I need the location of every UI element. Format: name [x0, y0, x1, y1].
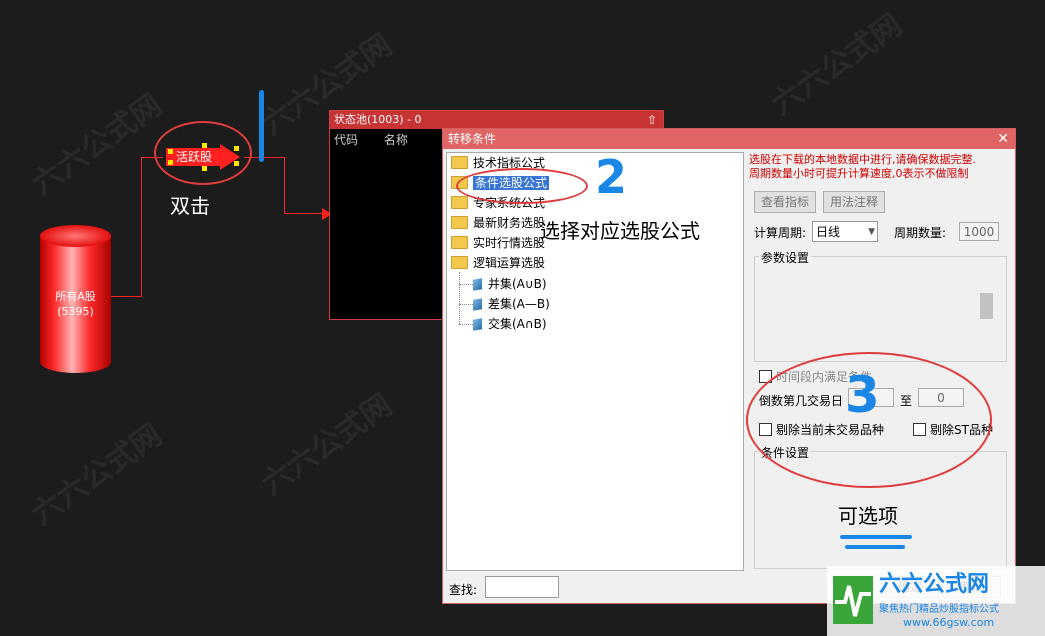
connector	[111, 296, 141, 297]
hint-text: 选股在下载的本地数据中进行,请确保数据完整. 周期数量小时可提升计算速度,0表示…	[749, 153, 976, 180]
chevron-down-icon: ▼	[868, 227, 875, 237]
annotation-circle	[456, 168, 588, 204]
folder-icon	[451, 216, 468, 229]
tree-item-difference[interactable]: 差集(A—B)	[473, 295, 550, 313]
folder-icon	[451, 196, 468, 209]
col-code[interactable]: 代码	[334, 133, 358, 147]
watermark: 六六公式网	[765, 7, 909, 123]
params-title: 参数设置	[759, 249, 812, 266]
select-formula-annotation: 选择对应选股公式	[540, 219, 700, 243]
tree-item-union[interactable]: 并集(A∪B)	[473, 275, 547, 293]
status-pool-title: 状态池(1003) - 0 ⇧	[330, 111, 663, 129]
site-logo: 六六公式网 聚焦热门精品炒股指标公式 www.66gsw.com	[827, 566, 1045, 636]
tree-item-logic[interactable]: 逻辑运算选股	[451, 254, 545, 272]
formula-icon	[473, 318, 482, 331]
folder-icon	[451, 236, 468, 249]
watermark: 六六公式网	[25, 417, 169, 533]
all-a-shares-node[interactable]: 所有A股 (5395)	[40, 225, 111, 373]
annotation-circle	[154, 121, 252, 185]
search-label: 查找:	[449, 583, 478, 597]
tree-item-finance[interactable]: 最新财务选股	[451, 214, 545, 232]
formula-icon	[473, 298, 482, 311]
formula-icon	[473, 278, 482, 291]
connector	[284, 157, 285, 214]
logo-icon	[833, 576, 873, 624]
tree-item-intersection[interactable]: 交集(A∩B)	[473, 315, 547, 333]
all-a-shares-label: 所有A股 (5395)	[55, 290, 96, 318]
params-group	[754, 256, 1007, 362]
connector	[284, 213, 324, 214]
blue-marker	[259, 90, 264, 162]
dialog-title: 转移条件 ✕	[443, 129, 1015, 149]
watermark: 六六公式网	[25, 87, 169, 203]
watermark: 六六公式网	[255, 387, 399, 503]
params-scrollbar[interactable]	[979, 257, 995, 359]
double-click-annotation: 双击	[170, 194, 210, 218]
logo-tagline: 聚焦热门精品炒股指标公式	[879, 604, 999, 615]
logo-url: www.66gsw.com	[903, 616, 995, 629]
annotation-number-3: 3	[845, 366, 880, 424]
folder-icon	[451, 156, 468, 169]
connector	[141, 157, 142, 297]
view-indicator-button[interactable]: 查看指标	[754, 191, 816, 213]
usage-note-button[interactable]: 用法注释	[823, 191, 885, 213]
period-count-label: 周期数量:	[894, 226, 947, 240]
folder-icon	[451, 256, 468, 269]
period-label: 计算周期:	[754, 226, 807, 240]
period-count-input[interactable]: 1000	[959, 222, 999, 241]
col-name[interactable]: 名称	[384, 133, 408, 147]
search-input[interactable]	[485, 576, 559, 598]
options-annotation: 可选项	[838, 504, 898, 528]
period-select[interactable]: 日线 ▼	[812, 221, 878, 242]
tree-item-realtime[interactable]: 实时行情选股	[451, 234, 545, 252]
collapse-icon[interactable]: ⇧	[647, 111, 657, 129]
annotation-number-2: 2	[595, 150, 628, 204]
blue-underline	[840, 535, 912, 539]
logo-name: 六六公式网	[879, 572, 990, 597]
blue-underline	[845, 545, 905, 549]
close-icon[interactable]: ✕	[997, 129, 1009, 149]
